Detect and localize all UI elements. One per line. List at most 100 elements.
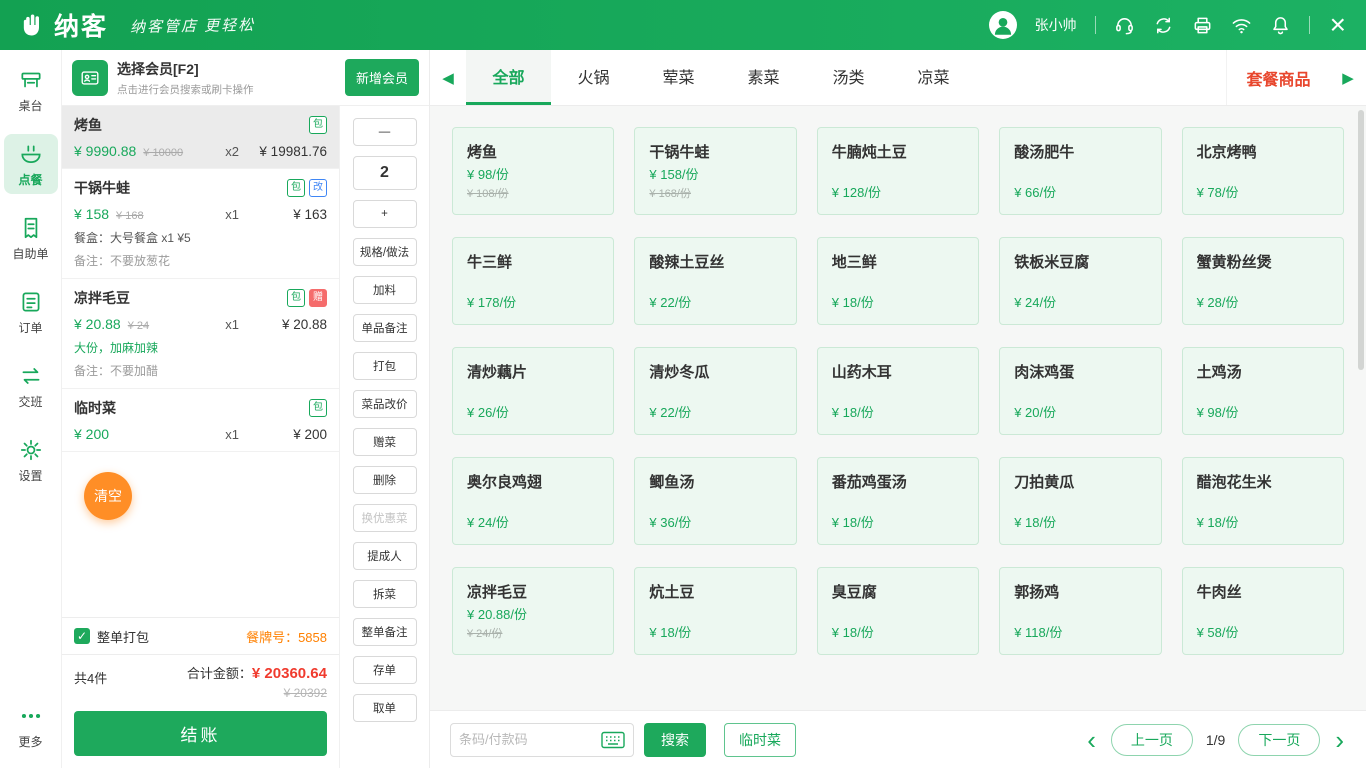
menu-item[interactable]: 醋泡花生米 ¥ 18/份 — [1182, 457, 1344, 545]
category-tab-hotpot[interactable]: 火锅 — [551, 50, 636, 105]
split-dish-button[interactable]: 拆菜 — [353, 580, 417, 608]
prev-chevron-icon[interactable]: ‹ — [1085, 727, 1098, 753]
cart-list: 烤鱼 包 ¥ 9990.88 ¥ 10000 x2 ¥ 19981.76 — [62, 106, 339, 617]
menu-item[interactable]: 烤鱼 ¥ 98/份 ¥ 108/份 — [452, 127, 614, 215]
gift-badge: 赠 — [309, 289, 327, 307]
category-tab-meat[interactable]: 荤菜 — [636, 50, 721, 105]
pack-whole-order-checkbox[interactable]: ✓ — [74, 628, 90, 644]
search-button[interactable]: 搜索 — [644, 723, 706, 757]
category-tab-cold[interactable]: 凉菜 — [891, 50, 976, 105]
menu-item[interactable]: 鲫鱼汤 ¥ 36/份 — [634, 457, 796, 545]
member-search-area[interactable]: 选择会员[F2] 点击进行会员搜索或刷卡操作 新增会员 — [62, 50, 429, 106]
menu-item[interactable]: 牛三鲜 ¥ 178/份 — [452, 237, 614, 325]
menu-item[interactable]: 酸汤肥牛 ¥ 66/份 — [999, 127, 1161, 215]
pack-badge: 包 — [287, 289, 305, 307]
menu-item[interactable]: 番茄鸡蛋汤 ¥ 18/份 — [817, 457, 979, 545]
category-bar: ◀ 全部 火锅 荤菜 素菜 汤类 凉菜 套餐商品 ▶ — [430, 50, 1366, 106]
retrieve-order-button[interactable]: 取单 — [353, 694, 417, 722]
next-chevron-icon[interactable]: › — [1333, 727, 1346, 753]
brand-slogan: 纳客管店 更轻松 — [130, 13, 256, 36]
add-ingredient-button[interactable]: 加料 — [353, 276, 417, 304]
menu-item[interactable]: 牛肉丝 ¥ 58/份 — [1182, 567, 1344, 655]
category-tab-soup[interactable]: 汤类 — [806, 50, 891, 105]
spec-method-button[interactable]: 规格/做法 — [353, 238, 417, 266]
cart-item-spec: 大份，加麻加辣 — [74, 339, 327, 356]
keyboard-icon[interactable] — [601, 731, 625, 749]
menu-item[interactable]: 干锅牛蛙 ¥ 158/份 ¥ 168/份 — [634, 127, 796, 215]
total-amount: 合计金额：¥ 20360.64 — [187, 666, 327, 681]
delete-button[interactable]: 删除 — [353, 466, 417, 494]
menu-item[interactable]: 牛腩炖土豆 ¥ 128/份 — [817, 127, 979, 215]
menu-item[interactable]: 铁板米豆腐 ¥ 24/份 — [999, 237, 1161, 325]
category-tab-combo[interactable]: 套餐商品 — [1226, 50, 1330, 105]
more-dots-icon — [18, 703, 44, 729]
pack-badge: 包 — [287, 179, 305, 197]
username[interactable]: 张小帅 — [1035, 15, 1077, 35]
sidebar-item-shift[interactable]: 交班 — [4, 356, 58, 416]
menu-item[interactable]: 炕土豆 ¥ 18/份 — [634, 567, 796, 655]
menu-item[interactable]: 刀拍黄瓜 ¥ 18/份 — [999, 457, 1161, 545]
topbar-divider — [1309, 16, 1310, 34]
printer-icon[interactable] — [1192, 15, 1213, 36]
prev-page-button[interactable]: 上一页 — [1111, 724, 1193, 756]
sidebar-item-tables[interactable]: 桌台 — [4, 60, 58, 120]
next-page-button[interactable]: 下一页 — [1238, 724, 1320, 756]
shift-exchange-icon — [18, 363, 44, 389]
category-tab-all[interactable]: 全部 — [466, 50, 551, 105]
menu-item[interactable]: 山药木耳 ¥ 18/份 — [817, 347, 979, 435]
menu-item[interactable]: 蟹黄粉丝煲 ¥ 28/份 — [1182, 237, 1344, 325]
menu-item[interactable]: 清炒冬瓜 ¥ 22/份 — [634, 347, 796, 435]
swap-discount-dish-button[interactable]: 换优惠菜 — [353, 504, 417, 532]
sidebar-item-settings[interactable]: 设置 — [4, 430, 58, 490]
scrollbar-thumb[interactable] — [1358, 110, 1364, 370]
quantity-value[interactable]: 2 — [353, 156, 417, 190]
checkout-button[interactable]: 结账 — [74, 711, 327, 756]
category-scroll-left-icon[interactable]: ◀ — [430, 50, 466, 105]
menu-item[interactable]: 臭豆腐 ¥ 18/份 — [817, 567, 979, 655]
cart-item[interactable]: 烤鱼 包 ¥ 9990.88 ¥ 10000 x2 ¥ 19981.76 — [62, 106, 339, 169]
sidebar-item-selforder[interactable]: 自助单 — [4, 208, 58, 268]
sidebar-item-more[interactable]: 更多 — [4, 696, 58, 756]
commission-person-button[interactable]: 提成人 — [353, 542, 417, 570]
original-total: ¥ 20392 — [187, 686, 327, 700]
receipt-icon — [18, 215, 44, 241]
wifi-icon[interactable] — [1231, 15, 1252, 36]
gift-dish-button[interactable]: 赠菜 — [353, 428, 417, 456]
menu-item[interactable]: 酸辣土豆丝 ¥ 22/份 — [634, 237, 796, 325]
save-order-button[interactable]: 存单 — [353, 656, 417, 684]
category-tab-vegetable[interactable]: 素菜 — [721, 50, 806, 105]
cart-footer: ✓ 整单打包 餐牌号：5858 共4件 合计金额：¥ 20360.64 ¥ 20… — [62, 617, 339, 768]
change-price-button[interactable]: 菜品改价 — [353, 390, 417, 418]
sync-icon[interactable] — [1153, 15, 1174, 36]
temp-dish-button[interactable]: 临时菜 — [724, 723, 796, 757]
category-scroll-right-icon[interactable]: ▶ — [1330, 50, 1366, 105]
add-member-button[interactable]: 新增会员 — [345, 59, 419, 96]
pack-button[interactable]: 打包 — [353, 352, 417, 380]
order-note-button[interactable]: 整单备注 — [353, 618, 417, 646]
decrease-qty-button[interactable]: — — [353, 118, 417, 146]
sidebar-item-order[interactable]: 点餐 — [4, 134, 58, 194]
item-note-button[interactable]: 单品备注 — [353, 314, 417, 342]
menu-item[interactable]: 郭扬鸡 ¥ 118/份 — [999, 567, 1161, 655]
menu-item[interactable]: 奥尔良鸡翅 ¥ 24/份 — [452, 457, 614, 545]
cart-item[interactable]: 临时菜 包 ¥ 200 x1 ¥ 200 — [62, 389, 339, 452]
avatar[interactable] — [989, 11, 1017, 39]
close-icon[interactable]: × — [1328, 11, 1348, 39]
cart-item[interactable]: 凉拌毛豆 包 赠 ¥ 20.88 ¥ 24 x1 ¥ 20.88 — [62, 279, 339, 389]
barcode-search-box — [450, 723, 634, 757]
sidebar-item-orders[interactable]: 订单 — [4, 282, 58, 342]
customer-service-icon[interactable] — [1114, 15, 1135, 36]
menu-item[interactable]: 北京烤鸭 ¥ 78/份 — [1182, 127, 1344, 215]
menu-item[interactable]: 地三鲜 ¥ 18/份 — [817, 237, 979, 325]
cart-item[interactable]: 干锅牛蛙 包 改 ¥ 158 ¥ 168 x1 ¥ 163 餐 — [62, 169, 339, 279]
menu-item[interactable]: 凉拌毛豆 ¥ 20.88/份 ¥ 24/份 — [452, 567, 614, 655]
table-icon — [18, 67, 44, 93]
menu-item[interactable]: 肉沫鸡蛋 ¥ 20/份 — [999, 347, 1161, 435]
clear-cart-button[interactable]: 清空 — [84, 472, 132, 520]
increase-qty-button[interactable]: + — [353, 200, 417, 228]
menu-item[interactable]: 清炒藕片 ¥ 26/份 — [452, 347, 614, 435]
barcode-input[interactable] — [459, 732, 601, 747]
cart-item-extra: 餐盒：大号餐盒 x1 ¥5 — [74, 229, 327, 246]
menu-item[interactable]: 土鸡汤 ¥ 98/份 — [1182, 347, 1344, 435]
bell-icon[interactable] — [1270, 15, 1291, 36]
